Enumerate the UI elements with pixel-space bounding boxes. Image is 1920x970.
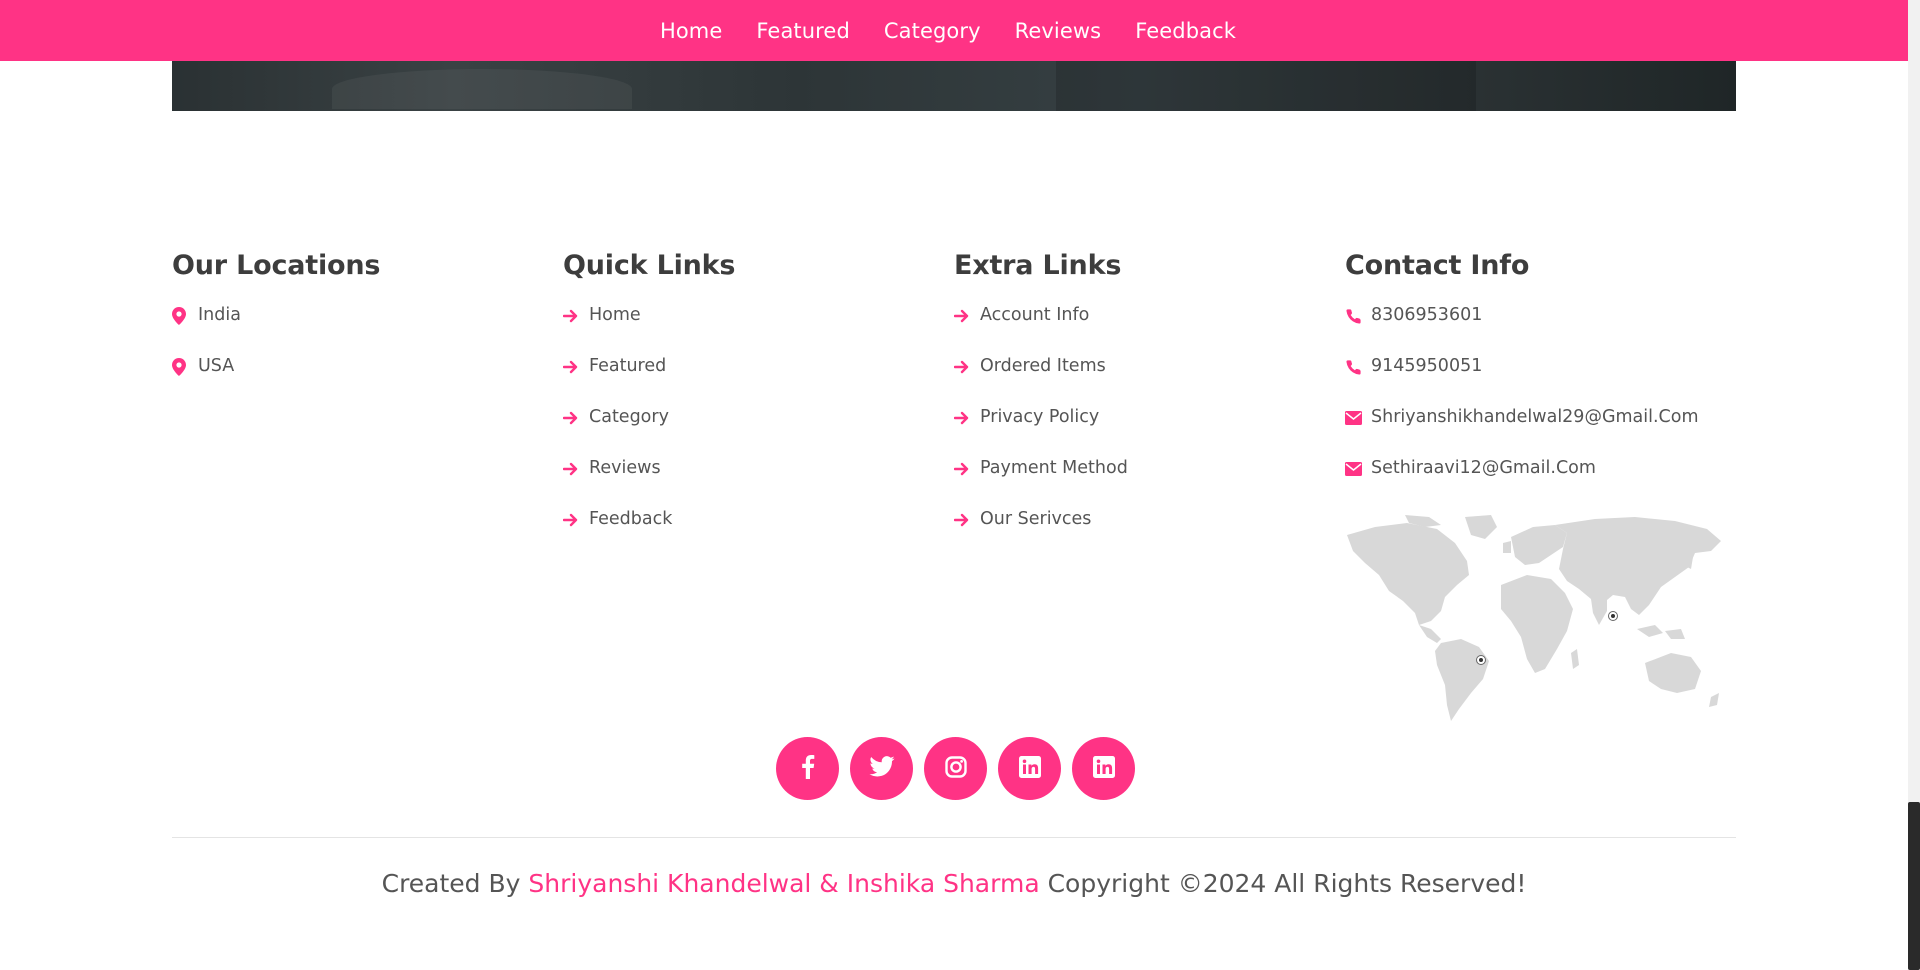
facebook-icon (801, 754, 815, 783)
footer-quick-links: Quick Links Home Featured Category Revie… (563, 250, 954, 723)
extra-link-ordered-items[interactable]: Ordered Items (980, 356, 1106, 376)
contact-item[interactable]: Shriyanshikhandelwal29@Gmail.Com (1345, 407, 1736, 458)
extra-link-item[interactable]: Privacy Policy (954, 407, 1345, 458)
extra-link-privacy-policy[interactable]: Privacy Policy (980, 407, 1099, 427)
quick-link-reviews[interactable]: Reviews (589, 458, 661, 478)
nav-featured[interactable]: Featured (756, 19, 850, 43)
arrow-right-icon (954, 509, 980, 531)
footer-extra-links: Extra Links Account Info Ordered Items P… (954, 250, 1345, 723)
hero-image-bottom (172, 61, 1736, 111)
nav-feedback[interactable]: Feedback (1135, 19, 1236, 43)
footer-credit: Created By Shriyanshi Khandelwal & Inshi… (0, 869, 1908, 898)
quick-link-item[interactable]: Category (563, 407, 954, 458)
location-label: India (198, 305, 241, 325)
linkedin-button-2[interactable] (1072, 737, 1135, 800)
extra-link-item[interactable]: Account Info (954, 305, 1345, 356)
quick-link-featured[interactable]: Featured (589, 356, 666, 376)
credit-names: Shriyanshi Khandelwal & Inshika Sharma (528, 869, 1040, 898)
quick-link-category[interactable]: Category (589, 407, 669, 427)
contact-phone: 9145950051 (1371, 356, 1483, 376)
phone-icon (1345, 356, 1371, 378)
arrow-right-icon (954, 305, 980, 327)
quick-link-item[interactable]: Reviews (563, 458, 954, 509)
extra-link-item[interactable]: Ordered Items (954, 356, 1345, 407)
nav-reviews[interactable]: Reviews (1015, 19, 1102, 43)
quick-link-item[interactable]: Feedback (563, 509, 954, 560)
arrow-right-icon (563, 407, 589, 429)
instagram-icon (944, 755, 967, 782)
footer-locations: Our Locations India USA (172, 250, 563, 723)
nav-home[interactable]: Home (660, 19, 722, 43)
extra-link-item[interactable]: Payment Method (954, 458, 1345, 509)
footer-divider (172, 837, 1736, 838)
envelope-icon (1345, 458, 1371, 480)
location-label: USA (198, 356, 235, 376)
twitter-icon (868, 756, 895, 781)
footer-columns: Our Locations India USA Quick Links Home (172, 250, 1736, 723)
contact-email: Sethiraavi12@Gmail.Com (1371, 458, 1596, 478)
quick-link-feedback[interactable]: Feedback (589, 509, 672, 529)
instagram-button[interactable] (924, 737, 987, 800)
contact-item[interactable]: 9145950051 (1345, 356, 1736, 407)
locations-heading: Our Locations (172, 250, 381, 281)
extra-link-our-services[interactable]: Our Serivces (980, 509, 1091, 529)
contact-phone: 8306953601 (1371, 305, 1483, 325)
quick-link-item[interactable]: Home (563, 305, 954, 356)
envelope-icon (1345, 407, 1371, 429)
quick-link-item[interactable]: Featured (563, 356, 954, 407)
contact-item[interactable]: 8306953601 (1345, 305, 1736, 356)
credit-suffix: Copyright ©2024 All Rights Reserved! (1039, 869, 1527, 898)
quick-links-heading: Quick Links (563, 250, 736, 281)
linkedin-icon (1092, 755, 1115, 782)
extra-link-account-info[interactable]: Account Info (980, 305, 1089, 325)
extra-links-heading: Extra Links (954, 250, 1122, 281)
scrollbar-track[interactable] (1908, 0, 1920, 970)
scrollbar-thumb[interactable] (1908, 802, 1920, 970)
footer-contact-info: Contact Info 8306953601 9145950051 Shriy… (1345, 250, 1736, 723)
arrow-right-icon (954, 458, 980, 480)
location-item: USA (172, 356, 563, 407)
social-links (776, 737, 1135, 800)
arrow-right-icon (954, 407, 980, 429)
linkedin-icon (1018, 755, 1041, 782)
map-marker-icon (172, 356, 198, 378)
map-marker-icon (172, 305, 198, 327)
world-map-icon (1347, 515, 1721, 721)
contact-item[interactable]: Sethiraavi12@Gmail.Com (1345, 458, 1736, 509)
quick-link-home[interactable]: Home (589, 305, 641, 325)
main-nav: Home Featured Category Reviews Feedback (660, 19, 1236, 43)
contact-heading: Contact Info (1345, 250, 1530, 281)
facebook-button[interactable] (776, 737, 839, 800)
twitter-button[interactable] (850, 737, 913, 800)
arrow-right-icon (563, 509, 589, 531)
top-navbar: Home Featured Category Reviews Feedback (0, 0, 1908, 61)
linkedin-button[interactable] (998, 737, 1061, 800)
arrow-right-icon (563, 458, 589, 480)
arrow-right-icon (563, 305, 589, 327)
arrow-right-icon (954, 356, 980, 378)
phone-icon (1345, 305, 1371, 327)
nav-category[interactable]: Category (884, 19, 981, 43)
credit-prefix: Created By (381, 869, 529, 898)
contact-email: Shriyanshikhandelwal29@Gmail.Com (1371, 407, 1699, 427)
location-item: India (172, 305, 563, 356)
extra-link-item[interactable]: Our Serivces (954, 509, 1345, 560)
extra-link-payment-method[interactable]: Payment Method (980, 458, 1128, 478)
arrow-right-icon (563, 356, 589, 378)
